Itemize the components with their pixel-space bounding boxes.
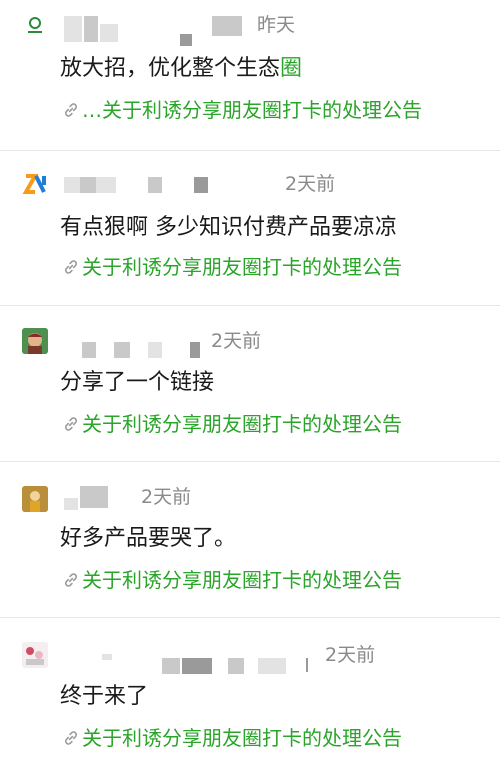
link-title[interactable]: 关于利诱分享朋友圈打卡的处理公告 (82, 410, 402, 438)
post-content-text: 终于来了 (60, 684, 149, 709)
link-title[interactable]: 关于利诱分享朋友圈打卡的处理公告 (102, 96, 422, 124)
list-item[interactable]: 2天前 有点狠啊 多少知识付费产品要凉凉 关于利诱分享朋友圈打卡的处理公告 (0, 151, 500, 306)
post-content: 好多产品要哭了。 (60, 524, 236, 554)
post-content-text: 好多产品要哭了。 (60, 526, 237, 551)
comment-list: 昨天 放大招，优化整个生态圈 … 关于利诱分享朋友圈打卡的处理公告 2天前 有点… (0, 0, 500, 768)
username-redacted (62, 173, 242, 199)
avatar[interactable] (22, 328, 48, 354)
post-time: 2天前 (285, 173, 336, 195)
username-redacted (62, 14, 262, 46)
share-link[interactable]: 关于利诱分享朋友圈打卡的处理公告 (62, 566, 402, 594)
post-content-text: 放大招，优化整个生态 (60, 56, 281, 81)
zhihu-logo-icon (22, 171, 48, 197)
share-link[interactable]: 关于利诱分享朋友圈打卡的处理公告 (62, 724, 402, 752)
list-item[interactable]: 2天前 终于来了 关于利诱分享朋友圈打卡的处理公告 (0, 618, 500, 772)
post-content: 放大招，优化整个生态圈 (60, 54, 302, 84)
username-redacted (62, 486, 142, 512)
link-chain-icon (65, 731, 77, 745)
user-photo-icon (22, 486, 48, 512)
avatar[interactable] (22, 642, 48, 668)
username-redacted (62, 328, 222, 358)
post-content: 终于来了 (60, 682, 148, 712)
list-item[interactable]: 2天前 好多产品要哭了。 关于利诱分享朋友圈打卡的处理公告 (0, 462, 500, 618)
list-item[interactable]: 昨天 放大招，优化整个生态圈 … 关于利诱分享朋友圈打卡的处理公告 (0, 0, 500, 151)
post-content: 有点狠啊 多少知识付费产品要凉凉 (60, 213, 397, 243)
post-content-highlight: 圈 (280, 56, 303, 81)
link-chain-icon (65, 417, 77, 431)
post-content-text: 分享了一个链接 (60, 370, 215, 395)
link-ellipsis: … (82, 98, 102, 122)
link-chain-icon (65, 573, 77, 587)
avatar[interactable] (22, 486, 48, 512)
share-link[interactable]: … 关于利诱分享朋友圈打卡的处理公告 (62, 96, 422, 124)
link-title[interactable]: 关于利诱分享朋友圈打卡的处理公告 (82, 566, 402, 594)
list-item[interactable]: 2天前 分享了一个链接 关于利诱分享朋友圈打卡的处理公告 (0, 306, 500, 462)
post-time: 2天前 (325, 644, 376, 666)
share-link[interactable]: 关于利诱分享朋友圈打卡的处理公告 (62, 253, 402, 281)
user-photo-icon (22, 328, 48, 354)
post-time: 2天前 (141, 486, 192, 508)
link-chain-icon (65, 103, 77, 117)
avatar[interactable] (22, 171, 48, 197)
link-title[interactable]: 关于利诱分享朋友圈打卡的处理公告 (82, 724, 402, 752)
username-redacted (62, 644, 322, 674)
post-time: 昨天 (257, 14, 296, 36)
post-time: 2天前 (211, 330, 262, 352)
post-content: 分享了一个链接 (60, 368, 214, 398)
post-content-text: 有点狠啊 多少知识付费产品要凉凉 (60, 215, 397, 240)
share-link[interactable]: 关于利诱分享朋友圈打卡的处理公告 (62, 410, 402, 438)
user-photo-icon (22, 642, 48, 668)
brand-logo-icon (28, 17, 42, 33)
avatar[interactable] (22, 12, 48, 38)
link-chain-icon (65, 260, 77, 274)
link-title[interactable]: 关于利诱分享朋友圈打卡的处理公告 (82, 253, 402, 281)
